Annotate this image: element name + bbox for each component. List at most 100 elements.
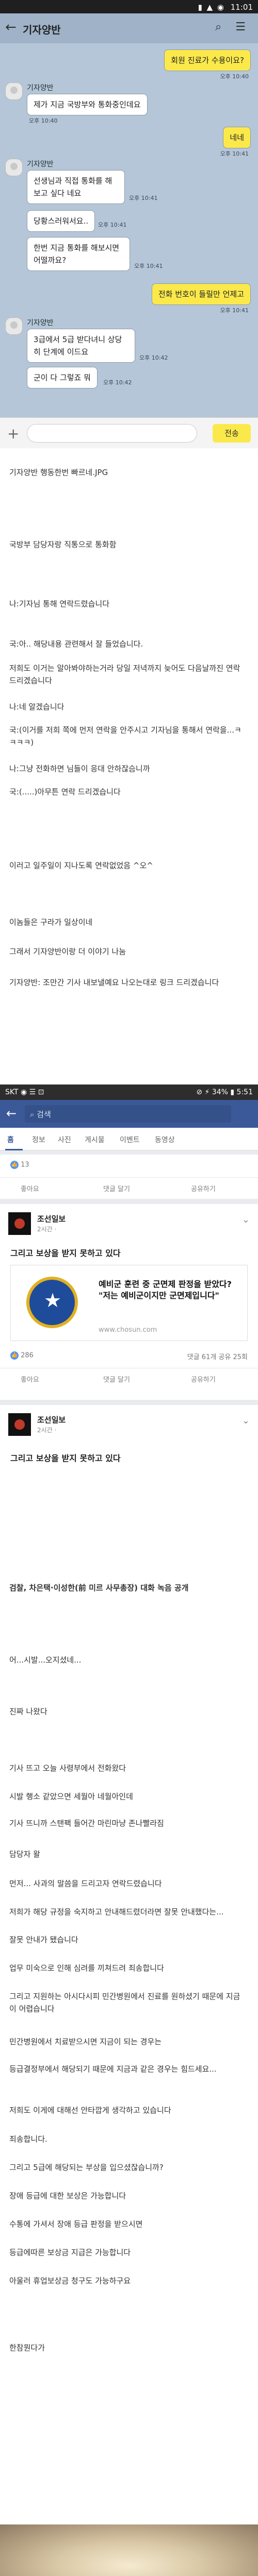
- tab-info[interactable]: 정보: [32, 1134, 45, 1145]
- more-icon[interactable]: ⌄: [242, 1214, 250, 1225]
- search-placeholder: 검색: [37, 1110, 51, 1119]
- post-paragraph: 먼저... 사과의 말씀을 드리고자 연락드렸습니다: [9, 1879, 162, 1888]
- post-paragraph: 잘못 안내가 됐습니다: [9, 1935, 78, 1944]
- facebook-top-bar: ← ⌕ 검색: [0, 1100, 258, 1128]
- post-paragraph: 아울러 휴업보상금 청구도 가능하구요: [9, 2276, 131, 2285]
- like-button[interactable]: 좋아요: [21, 1183, 39, 1193]
- post-paragraph: 국:(.....)아무튼 연락 드리겠습니다: [9, 787, 121, 796]
- status-right: ⊘ ⚡ 34% ▮ 5:51: [196, 1088, 253, 1096]
- message-time: 오후 10:40: [220, 73, 249, 80]
- avatar[interactable]: [5, 159, 23, 176]
- post-paragraph: 이러고 일주일이 지나도록 연락없었음 ^오^: [9, 861, 153, 870]
- page-avatar[interactable]: [8, 1413, 31, 1436]
- page-name[interactable]: 조선일보: [37, 1213, 66, 1224]
- chat-bubble-other: 군이 다 그렇죠 뭐: [27, 367, 98, 388]
- post-paragraph: 수통에 가셔서 장애 등급 판정을 받으시면: [9, 2219, 143, 2229]
- more-icon[interactable]: ⌄: [242, 1415, 250, 1426]
- back-arrow-icon[interactable]: ←: [6, 1106, 17, 1121]
- post-paragraph: 저희도 이거는 알아봐야하는거라 당일 저녁까지 늦어도 다음날까진 연락 드리…: [9, 664, 240, 685]
- post-paragraph: 등급에따른 보상금 지급은 가능합니다: [9, 2248, 131, 2257]
- message-time: 오후 10:41: [220, 307, 249, 314]
- like-icon: 👍: [10, 1161, 19, 1169]
- post-paragraph: 어...시발...오지셨네...: [9, 1655, 82, 1665]
- post-paragraph: 한참뭔다가: [9, 2343, 45, 2352]
- plus-icon[interactable]: +: [7, 425, 19, 442]
- share-button[interactable]: 공유하기: [191, 1374, 216, 1384]
- search-input[interactable]: ⌕ 검색: [25, 1105, 231, 1123]
- post-card: 👍 13 좋아요 댓글 달기 공유하기: [0, 1155, 258, 1199]
- page-avatar[interactable]: [8, 1212, 31, 1235]
- like-count-value: 13: [21, 1161, 29, 1169]
- link-preview[interactable]: 예비군 훈련 중 군면제 판정을 받았다? "저는 예비군이지만 군면제입니다"…: [10, 1265, 248, 1341]
- share-button[interactable]: 공유하기: [191, 1183, 216, 1193]
- status-time: 11:01: [230, 3, 253, 12]
- avatar[interactable]: [5, 317, 23, 335]
- post-paragraph: 민간병원에서 치료받으시면 지금이 되는 경우는: [9, 2037, 162, 2046]
- post-paragraph: 나:기자님 통해 연락드렸습니다: [9, 599, 109, 608]
- tab-posts[interactable]: 게시물: [85, 1134, 105, 1145]
- page-tabs: 홈 정보 사진 게시물 이벤트 동영상: [0, 1128, 258, 1150]
- message-time: 오후 10:42: [103, 379, 132, 386]
- chat-bubble-other: 당황스러워서요..: [27, 210, 95, 232]
- post-time: 2시간 ·: [37, 1427, 57, 1434]
- post-paragraph: 이놈들은 구라가 일상이네: [9, 918, 93, 927]
- post-paragraph: 업무 미숙으로 인해 심려를 끼쳐드려 죄송합니다: [9, 1963, 164, 1973]
- like-count: 👍 286: [10, 1351, 34, 1360]
- status-bar: SKT ◉ ☰ ⊡ ⊘ ⚡ 34% ▮ 5:51: [0, 1084, 258, 1100]
- tab-photos[interactable]: 사진: [58, 1134, 71, 1145]
- message-time: 오후 10:41: [98, 222, 127, 228]
- chat-bubble-mine: 회원 진료가 수용이요?: [164, 49, 251, 71]
- chat-bubble-other: 제가 지금 국방부와 통화중인데요: [27, 94, 148, 115]
- page: ▮ ▲ ◉ 11:01 ← 기자양반 ⌕ ☰ 회원 진료가 수용이요? 오후 1…: [0, 0, 258, 2576]
- emblem-icon: [26, 1277, 78, 1328]
- sender-name: 기자양반: [27, 84, 54, 92]
- sender-name: 기자양반: [27, 160, 54, 168]
- post-paragraph: 시발 행소 같았으면 세월아 네월아인데: [9, 1792, 133, 1801]
- message-time: 오후 10:40: [29, 117, 58, 124]
- message-time: 오후 10:41: [129, 195, 158, 201]
- post-text: 그리고 보상을 받지 못하고 있다: [10, 1248, 121, 1258]
- post-stats: 댓글 61개 공유 25회: [187, 1353, 248, 1361]
- post-paragraph: 저희가 해당 규정을 숙지하고 안내해드렸더라면 잘못 안내했다는...: [9, 1907, 224, 1917]
- post-paragraph: 담당자 왈: [9, 1850, 40, 1859]
- page-name[interactable]: 조선일보: [37, 1414, 66, 1425]
- tab-events[interactable]: 이벤트: [120, 1134, 140, 1145]
- search-icon: ⌕: [30, 1110, 37, 1119]
- chat-input-bar: + 전송: [0, 417, 258, 448]
- chat-header: ← 기자양반 ⌕ ☰: [0, 13, 258, 43]
- like-count: 👍 13: [10, 1161, 29, 1169]
- post-paragraph: 죄송합니다.: [9, 2134, 47, 2144]
- post-card: 조선일보 2시간 · ⌄ 그리고 보상을 받지 못하고 있다: [0, 1405, 258, 1569]
- tab-home[interactable]: 홈: [7, 1134, 14, 1145]
- link-headline: 예비군 훈련 중 군면제 판정을 받았다? "저는 예비군이지만 군면제입니다": [99, 1279, 232, 1300]
- post-actions: 좋아요 댓글 달기 공유하기: [0, 1177, 258, 1198]
- status-left: SKT ◉ ☰ ⊡: [5, 1088, 44, 1096]
- post-paragraph: 등급결정부에서 해당되기 때문에 지금과 같은 경우는 힘드세요...: [9, 2064, 217, 2074]
- facebook-screenshot: SKT ◉ ☰ ⊡ ⊘ ⚡ 34% ▮ 5:51 ← ⌕ 검색 홈 정보 사진 …: [0, 1084, 258, 1569]
- back-arrow-icon[interactable]: ←: [5, 20, 17, 35]
- comment-button[interactable]: 댓글 달기: [103, 1374, 130, 1384]
- post-paragraph: 장애 등급에 대한 보상은 가능합니다: [9, 2191, 126, 2200]
- post-paragraph: 국방부 담당자랑 직통으로 통화함: [9, 540, 117, 549]
- post-paragraph: 국:아.. 해당내용 관련해서 잘 들었습니다.: [9, 639, 143, 649]
- post-paragraph: 기사 뜨고 오늘 사령부에서 전화왔다: [9, 1764, 126, 1773]
- post-text: 그리고 보상을 받지 못하고 있다: [10, 1453, 121, 1463]
- send-button[interactable]: 전송: [213, 424, 251, 443]
- avatar[interactable]: [5, 82, 23, 100]
- link-url: www.chosun.com: [99, 1326, 157, 1334]
- active-tab-indicator: [5, 1149, 23, 1150]
- post-paragraph: 진짜 나왔다: [9, 1707, 47, 1716]
- post-paragraph: 검찰, 차은택·이성한(前 미르 사무총장) 대화 녹음 공개: [9, 1583, 189, 1592]
- post-paragraph: 그래서 기자양반이랑 더 이야기 나눔: [9, 947, 126, 956]
- chat-header-icons[interactable]: ⌕ ☰: [215, 21, 251, 33]
- tab-videos[interactable]: 동영상: [155, 1134, 175, 1145]
- message-time: 오후 10:42: [139, 354, 168, 361]
- message-input[interactable]: [27, 424, 197, 443]
- comment-button[interactable]: 댓글 달기: [103, 1183, 130, 1193]
- like-button[interactable]: 좋아요: [21, 1374, 39, 1384]
- chat-bubble-other: 선생님과 직접 통화를 해보고 싶다 네요: [27, 170, 125, 204]
- post-card: 조선일보 2시간 · ⌄ 그리고 보상을 받지 못하고 있다 예비군 훈련 중 …: [0, 1204, 258, 1400]
- post-paragraph: 기사 뜨니까 스탠팩 들어간 마린마냥 존나빨라짐: [9, 1819, 164, 1828]
- like-icon: 👍: [10, 1351, 19, 1360]
- post-paragraph: 그리고 지원하는 아시다시피 민간병원에서 진료를 원하셨기 때문에 지금이 어…: [9, 1992, 240, 2013]
